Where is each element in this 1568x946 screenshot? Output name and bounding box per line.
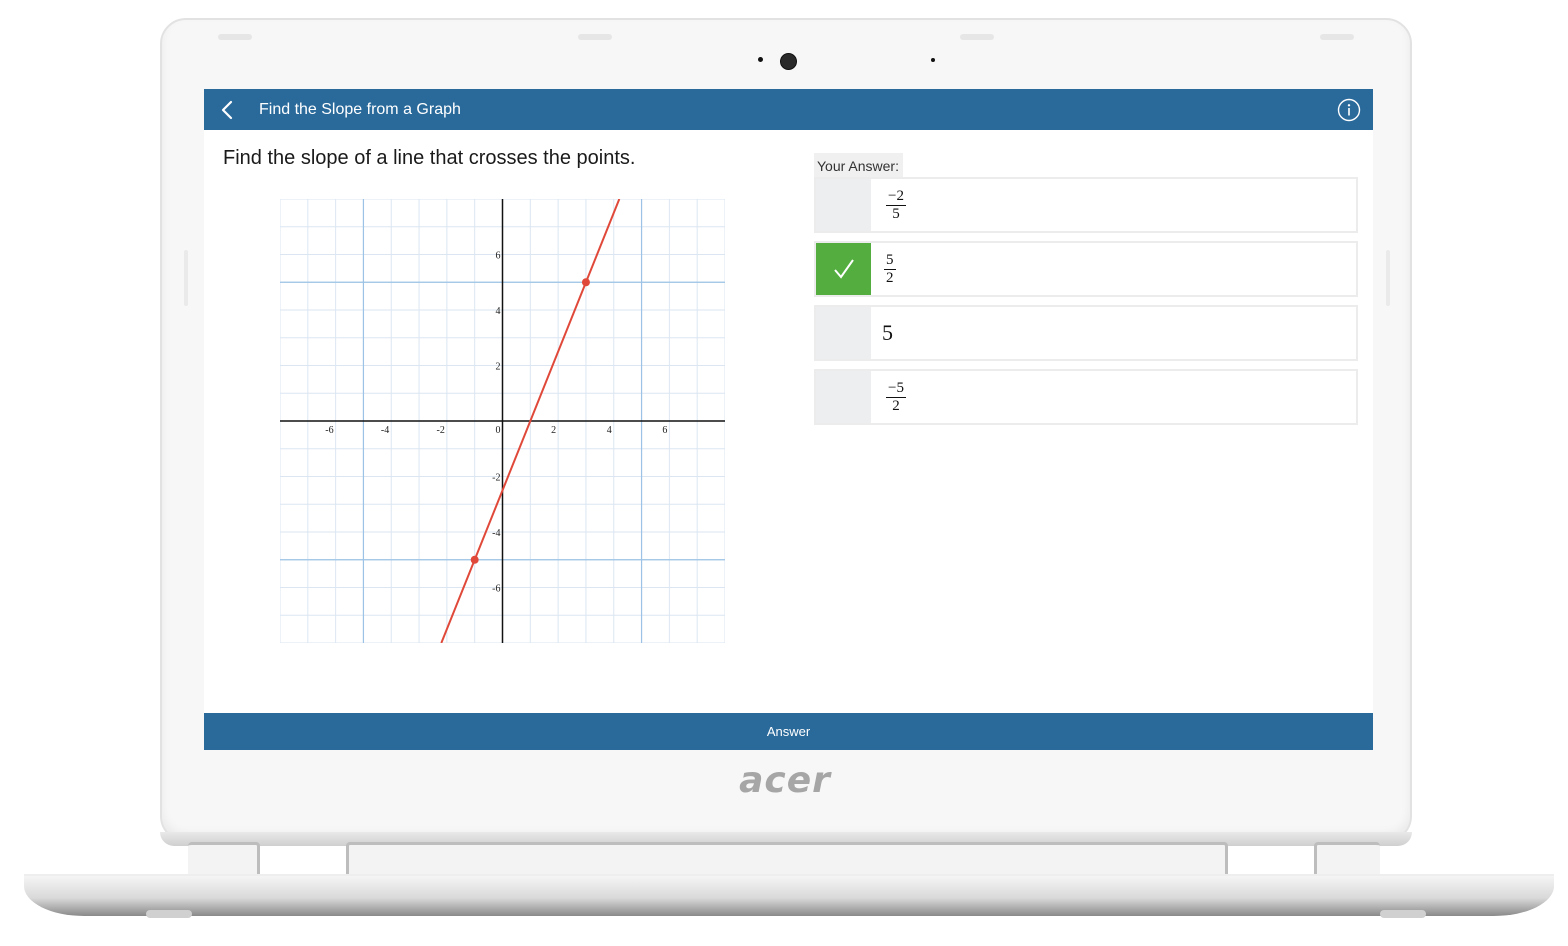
numerator: −2 [886,187,906,206]
option-marker [816,179,871,231]
side-slot [184,250,188,306]
x-tick-label: 0 [496,425,501,436]
hinge [188,842,260,878]
question-text: Find the slope of a line that crosses th… [223,147,636,169]
fraction: 5 2 [884,252,896,287]
fraction: −2 5 [886,188,906,223]
fraction: −5 2 [886,380,906,415]
y-tick-label: -4 [492,528,500,539]
page-title: Find the Slope from a Graph [259,101,461,118]
laptop-foot [146,910,192,918]
answer-button[interactable]: Answer [204,713,1373,750]
answer-option-4[interactable]: −5 2 [814,369,1358,425]
option-value: −2 5 [886,179,906,231]
screen-bumper [218,34,252,40]
x-tick-label: -4 [381,425,389,436]
y-tick-label: 4 [496,306,501,317]
option-marker-selected [816,243,871,295]
your-answer-label: Your Answer: [814,153,903,177]
x-tick-label: 6 [662,425,667,436]
option-value: 5 [882,320,893,345]
app-screen: Find the Slope from a Graph Find the slo… [204,89,1373,750]
sensor-dot [931,58,935,62]
option-value: −5 2 [886,371,906,423]
answer-option-3[interactable]: 5 [814,305,1358,361]
numerator: 5 [884,251,896,270]
screen-bumper [1320,34,1354,40]
laptop-base [24,876,1554,916]
coordinate-graph: -6 -4 -2 0 2 4 6 -6 -4 -2 2 4 6 [280,199,725,643]
data-point [581,278,590,287]
webcam-icon [780,53,797,70]
option-marker [816,307,871,359]
answer-option-2[interactable]: 5 2 [814,241,1358,297]
info-icon[interactable] [1337,98,1361,122]
option-marker [816,371,871,423]
sensor-dot [758,57,763,62]
y-tick-label: -2 [492,473,500,484]
data-point [470,555,479,564]
side-slot [1386,250,1390,306]
laptop-foot [1380,910,1426,918]
brand-logo: acer [739,760,831,801]
numerator: −5 [886,379,906,398]
checkmark-icon [834,259,854,279]
x-tick-label: 4 [607,425,612,436]
back-arrow-icon[interactable] [216,98,240,122]
hinge [1314,842,1380,878]
denominator: 5 [892,205,900,222]
header-bar: Find the Slope from a Graph [204,89,1373,130]
answer-option-1[interactable]: −2 5 [814,177,1358,233]
denominator: 2 [892,397,900,414]
y-tick-label: 2 [496,362,501,373]
y-tick-label: 6 [496,251,501,262]
x-tick-label: -2 [437,425,445,436]
screen-bumper [578,34,612,40]
denominator: 2 [886,269,894,286]
hinge [346,842,1228,878]
x-tick-label: 2 [551,425,556,436]
y-tick-label: -6 [492,584,500,595]
option-value: 5 2 [884,243,896,295]
x-tick-label: -6 [325,425,333,436]
screen-bumper [960,34,994,40]
